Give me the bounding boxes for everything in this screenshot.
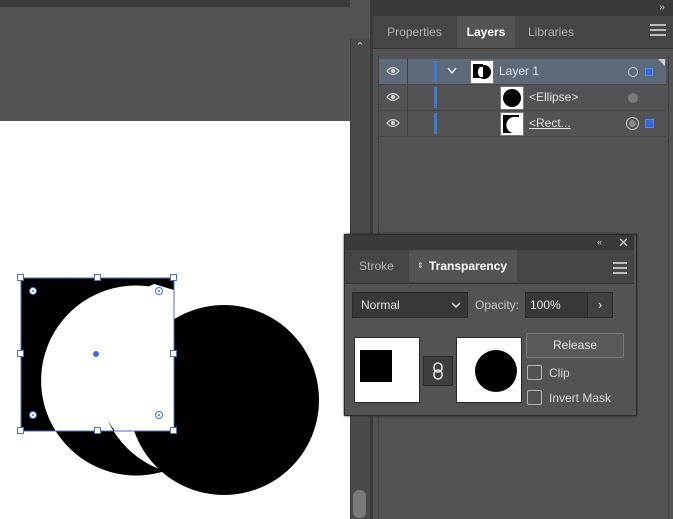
target-circle-icon[interactable] xyxy=(628,67,638,77)
panel-dock-header xyxy=(373,0,673,16)
layer-name[interactable]: <Rect... xyxy=(529,111,571,136)
corner-widget-bottom-right[interactable] xyxy=(155,411,163,419)
scrollbar-thumb[interactable] xyxy=(353,490,366,518)
layer-name[interactable]: <Ellipse> xyxy=(529,85,578,110)
target-circle-icon[interactable] xyxy=(626,117,639,130)
corner-widget-top-left[interactable] xyxy=(29,287,37,295)
chevron-right-icon[interactable]: › xyxy=(587,292,613,318)
collapse-panel-icon[interactable]: « xyxy=(597,235,602,250)
rectangle-thumbnail xyxy=(500,112,524,136)
hamburger-menu-icon[interactable] xyxy=(650,24,666,40)
resize-handle-top[interactable] xyxy=(94,274,101,281)
tab-label: Transparency xyxy=(429,259,508,273)
layer-name[interactable]: Layer 1 xyxy=(499,59,539,84)
lock-column[interactable] xyxy=(407,111,408,136)
blend-mode-dropdown[interactable]: Normal xyxy=(352,292,468,318)
close-icon[interactable]: ✕ xyxy=(618,235,629,250)
opacity-label: Opacity: xyxy=(475,298,520,312)
release-button[interactable]: Release xyxy=(526,333,624,358)
layer-row-ellipse[interactable]: <Ellipse> xyxy=(379,85,666,111)
double-chevron-right-icon[interactable]: » xyxy=(655,1,669,15)
resize-handle-bottom-right[interactable] xyxy=(170,427,177,434)
lock-column[interactable] xyxy=(407,59,408,84)
target-circle-icon[interactable] xyxy=(628,93,638,103)
layer-color-bar xyxy=(434,87,437,108)
layers-panel-tabs: Properties Layers Libraries xyxy=(373,16,673,49)
selection-indicator[interactable] xyxy=(645,68,653,76)
resize-handle-right[interactable] xyxy=(170,350,177,357)
object-thumbnail[interactable] xyxy=(354,337,420,403)
transparency-panel-tabs: Stroke ⇕ Transparency xyxy=(345,250,634,284)
tab-libraries[interactable]: Libraries xyxy=(517,16,585,48)
layer-color-bar xyxy=(434,113,437,134)
transparency-panel-titlebar[interactable]: « ✕ xyxy=(345,235,634,250)
blend-mode-value: Normal xyxy=(361,298,400,312)
layer-thumbnail xyxy=(470,60,494,84)
artwork-svg[interactable] xyxy=(0,0,350,519)
corner-triangle-icon xyxy=(658,59,665,66)
resize-handle-left[interactable] xyxy=(17,350,24,357)
resize-handle-bottom[interactable] xyxy=(94,427,101,434)
chevron-down-icon[interactable] xyxy=(447,67,457,75)
lock-column[interactable] xyxy=(407,85,408,110)
opacity-input[interactable]: 100% xyxy=(525,292,588,318)
corner-widget-bottom-left[interactable] xyxy=(29,411,37,419)
updown-arrows-icon: ⇕ xyxy=(417,261,424,270)
chevron-up-icon[interactable]: ⌃ xyxy=(352,38,368,56)
center-point xyxy=(93,351,99,357)
tab-stroke[interactable]: Stroke xyxy=(345,250,408,282)
corner-widget-top-right[interactable] xyxy=(155,287,163,295)
layer-color-bar xyxy=(434,61,437,82)
opacity-value: 100% xyxy=(530,298,561,312)
resize-handle-top-right[interactable] xyxy=(170,274,177,281)
eye-icon[interactable] xyxy=(386,117,400,129)
ellipse-thumbnail xyxy=(500,86,524,110)
layer-row-layer-1[interactable]: Layer 1 xyxy=(379,59,666,85)
clip-checkbox[interactable] xyxy=(527,365,542,380)
selection-indicator[interactable] xyxy=(645,119,654,128)
tab-transparency[interactable]: ⇕ Transparency xyxy=(409,250,517,282)
tab-properties[interactable]: Properties xyxy=(373,16,456,48)
chevron-down-icon xyxy=(451,302,461,309)
tab-layers[interactable]: Layers xyxy=(457,16,515,48)
link-icon[interactable] xyxy=(423,356,453,386)
mask-thumbnail[interactable] xyxy=(456,337,522,403)
resize-handle-bottom-left[interactable] xyxy=(17,427,24,434)
layer-row-rectangle[interactable]: <Rect... xyxy=(379,111,666,137)
clip-label: Clip xyxy=(549,366,570,380)
invert-mask-label: Invert Mask xyxy=(549,391,612,405)
hamburger-menu-icon[interactable] xyxy=(613,262,627,277)
resize-handle-top-left[interactable] xyxy=(17,274,24,281)
eye-icon[interactable] xyxy=(386,91,400,103)
eye-icon[interactable] xyxy=(386,65,400,77)
invert-mask-checkbox[interactable] xyxy=(527,390,542,405)
